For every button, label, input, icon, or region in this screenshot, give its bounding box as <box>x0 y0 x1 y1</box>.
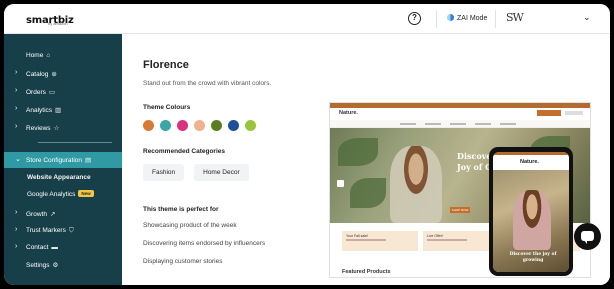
perfect-for-heading: This theme is perfect for <box>143 206 219 213</box>
gear-icon: ⚙ <box>52 262 59 269</box>
bar-chart-icon: ▥ <box>55 107 62 114</box>
page-title: Florence <box>143 59 189 71</box>
chevron-down-icon: ⌄ <box>15 156 21 163</box>
sidebar-item-home[interactable]: Home ⌂ <box>4 49 122 63</box>
chevron-right-icon: › <box>15 69 18 76</box>
sidebar-item-reviews[interactable]: › Reviews ☆ <box>4 121 122 135</box>
chevron-down-icon[interactable]: ⌄ <box>583 12 591 23</box>
star-icon: ☆ <box>53 125 60 132</box>
chevron-right-icon: › <box>15 105 18 112</box>
preview-account <box>565 111 583 115</box>
sidebar-item-label: Store Configuration <box>26 157 83 164</box>
sidebar-item-store-configuration[interactable]: ⌄ Store Configuration ▤ <box>4 152 122 168</box>
chat-support-button[interactable] <box>574 223 601 250</box>
zai-mode-toggle[interactable]: ZAI Mode <box>447 14 487 22</box>
list-item: Showcasing product of the week <box>143 222 237 229</box>
orders-icon: ▭ <box>48 89 56 96</box>
sidebar-item-catalog[interactable]: › Catalog ⊕ <box>4 67 122 81</box>
chevron-right-icon: › <box>15 226 18 233</box>
zai-mode-label: ZAI Mode <box>457 15 488 22</box>
colour-swatch <box>143 120 154 131</box>
sidebar-item-label: Reviews <box>26 125 51 132</box>
colour-swatch <box>160 120 171 131</box>
colour-swatch <box>177 120 188 131</box>
help-icon[interactable]: ? <box>408 12 421 25</box>
sidebar-subitem-website-appearance[interactable]: Website Appearance <box>27 174 91 181</box>
theme-colours-heading: Theme Colours <box>143 104 191 111</box>
list-item: Displaying customer stories <box>143 258 223 265</box>
sidebar-item-orders[interactable]: › Orders ▭ <box>4 85 122 99</box>
recommended-categories-heading: Recommended Categories <box>143 148 225 155</box>
phone-screen: Nature. Discover the joy of growing <box>493 152 569 272</box>
store-brand-avatar[interactable]: SW <box>506 11 524 24</box>
sidebar-item-label: Contact <box>26 244 49 251</box>
sidebar-divider <box>38 142 112 143</box>
sidebar-item-analytics[interactable]: › Analytics ▥ <box>4 103 122 117</box>
smartbiz-logo[interactable]: smartbiz by amazon <box>26 10 76 28</box>
phone-hero-image <box>513 190 551 250</box>
chat-bubble-icon <box>581 231 594 244</box>
preview-cta <box>537 110 561 116</box>
colour-swatches <box>143 120 256 131</box>
new-badge: New <box>78 190 94 197</box>
chat-icon: ▬ <box>51 244 58 251</box>
shield-icon: ⛉ <box>68 227 74 234</box>
main-content: Florence Stand out from the crowd with v… <box>122 34 610 285</box>
sidebar-subitem-google-analytics[interactable]: Google Analytics New <box>27 190 94 198</box>
logo-subtext: by amazon <box>48 21 68 26</box>
theme-tagline: Stand out from the crowd with vibrant co… <box>143 80 272 87</box>
zai-mode-icon <box>447 14 454 21</box>
colour-swatch <box>211 120 222 131</box>
preview-promo-card: Live Offer! <box>423 231 499 251</box>
home-icon: ⌂ <box>46 52 51 59</box>
chevron-right-icon: › <box>15 243 18 250</box>
trend-icon: ↗ <box>49 211 56 218</box>
preview-logo: Nature. <box>339 110 358 116</box>
chevron-right-icon: › <box>15 87 18 94</box>
sidebar: Home ⌂ › Catalog ⊕ › Orders ▭ › Analytics ▥ … <box>4 34 122 285</box>
preview-menu <box>330 120 590 128</box>
sidebar-item-label: Orders <box>26 89 46 96</box>
store-icon: ▤ <box>85 157 92 164</box>
preview-promo-card: Your Fall sale! <box>342 231 418 251</box>
colour-swatch <box>228 120 239 131</box>
sidebar-item-label: Growth <box>26 211 47 218</box>
promo-title: Your Fall sale! <box>346 234 369 238</box>
list-item: Discovering items endorsed by influencer… <box>143 240 266 247</box>
preview-hero-image <box>390 146 442 223</box>
category-chip-fashion[interactable]: Fashion <box>143 164 185 181</box>
preview-navbar: Nature. <box>330 108 590 120</box>
sidebar-item-label: Catalog <box>26 71 49 78</box>
colour-swatch <box>245 120 256 131</box>
phone-logo: Nature. <box>520 159 539 165</box>
chevron-right-icon: › <box>15 123 18 130</box>
chevron-right-icon: › <box>15 209 18 216</box>
app-window: smartbiz by amazon ? ZAI Mode SW ⌄ Home ⌂… <box>4 4 610 285</box>
preview-featured-heading: Featured Products <box>342 269 391 275</box>
sidebar-item-label: Google Analytics <box>27 191 76 198</box>
category-chips: Fashion Home Decor <box>143 164 249 181</box>
sidebar-item-settings[interactable]: Settings ⚙ <box>4 258 122 272</box>
sidebar-item-label: Home <box>26 52 44 59</box>
sidebar-item-label: Analytics <box>26 107 53 114</box>
colour-swatch <box>194 120 205 131</box>
phone-hero-heading: Discover the joy of growing <box>509 252 557 263</box>
sidebar-item-growth[interactable]: › Growth ↗ <box>4 207 122 221</box>
top-header: smartbiz by amazon ? ZAI Mode SW ⌄ <box>4 4 610 34</box>
promo-title: Live Offer! <box>427 234 444 238</box>
catalog-icon: ⊕ <box>51 71 57 78</box>
sidebar-item-label: Settings <box>26 262 50 269</box>
category-chip-home-decor[interactable]: Home Decor <box>194 164 249 181</box>
theme-preview-mobile: Nature. Discover the joy of growing <box>489 147 573 276</box>
preview-shop-now-button: SHOP NOW <box>450 207 470 213</box>
sidebar-item-contact[interactable]: › Contact ▬ <box>4 241 122 255</box>
sidebar-item-trust-markers[interactable]: › Trust Markers ⛉ <box>4 224 122 238</box>
header-divider <box>495 10 496 28</box>
sidebar-item-label: Trust Markers <box>26 227 66 234</box>
header-divider <box>436 10 437 28</box>
preview-prev-arrow <box>337 180 344 187</box>
